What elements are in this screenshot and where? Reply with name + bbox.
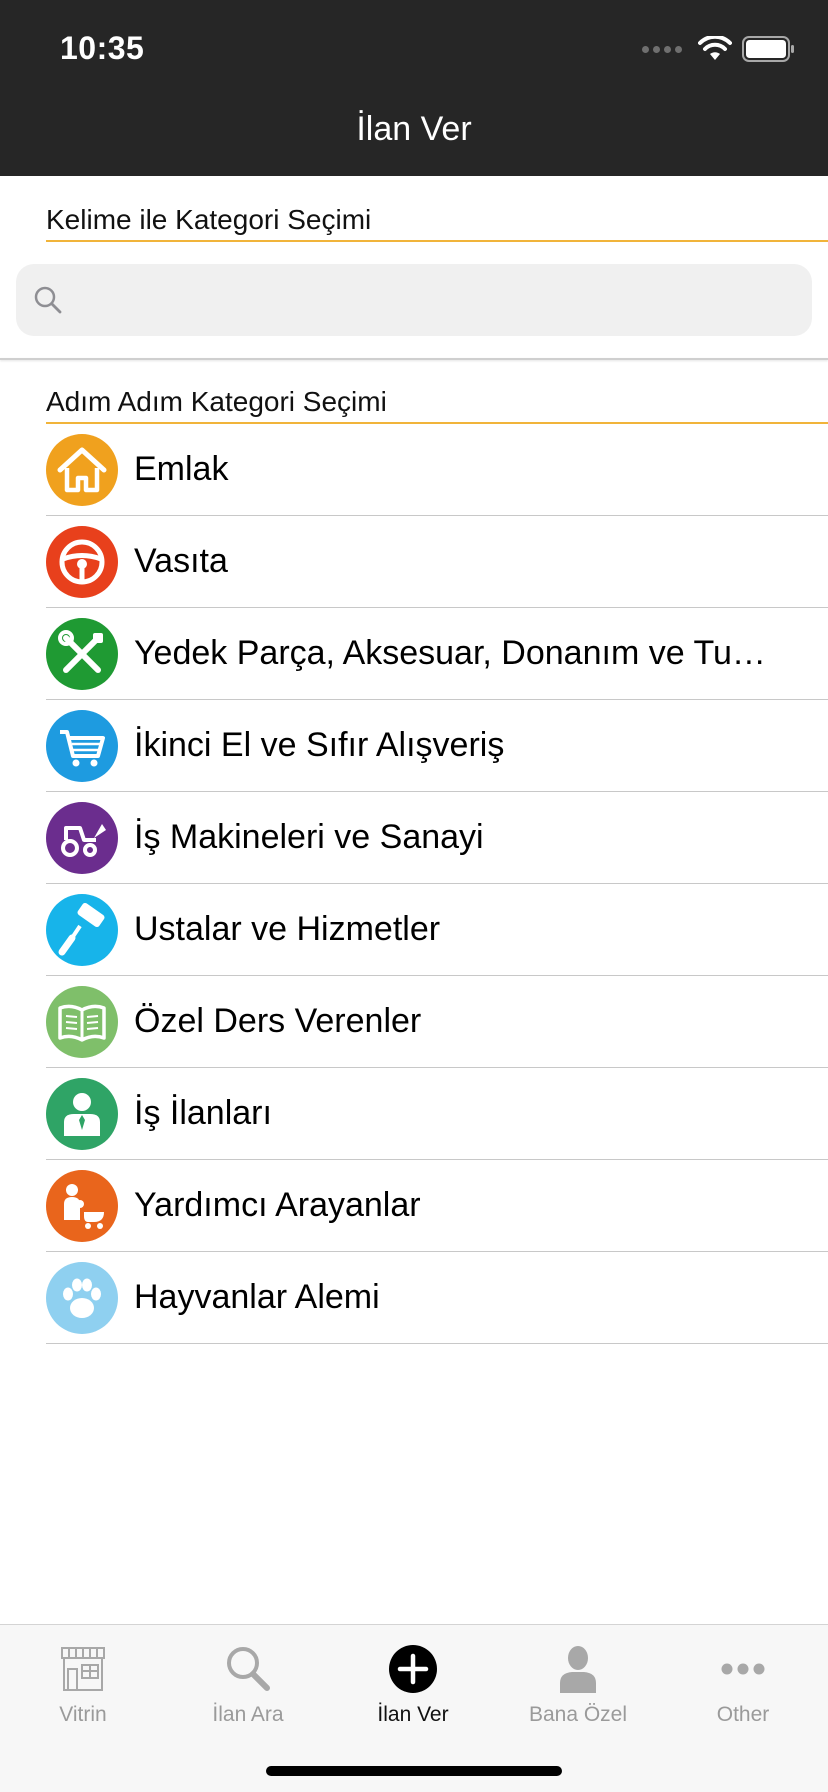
- category-item-ustalar[interactable]: Ustalar ve Hizmetler: [46, 884, 828, 976]
- category-item-vasita[interactable]: Vasıta: [46, 516, 828, 608]
- category-label: Yardımcı Arayanlar: [134, 1186, 421, 1224]
- category-item-ozel-ders[interactable]: Özel Ders Verenler: [46, 976, 828, 1068]
- person-icon: [495, 1635, 661, 1703]
- tab-other[interactable]: Other: [660, 1635, 826, 1727]
- storefront-icon: [0, 1635, 166, 1703]
- book-icon: [46, 985, 118, 1058]
- category-list: Emlak Vasıta Yedek Parça, Aksesuar, Dona…: [0, 424, 828, 1344]
- category-item-hayvanlar[interactable]: Hayvanlar Alemi: [46, 1252, 828, 1344]
- search-icon: [34, 286, 62, 314]
- category-label: Ustalar ve Hizmetler: [134, 910, 441, 948]
- header-bar: 10:35 İlan Ver: [0, 0, 828, 176]
- plus-circle-icon: [330, 1635, 496, 1703]
- category-label: İş İlanları: [134, 1094, 272, 1132]
- businessman-icon: [46, 1077, 118, 1150]
- tab-bana-ozel[interactable]: Bana Özel: [495, 1635, 661, 1727]
- page-title: İlan Ver: [356, 110, 472, 148]
- tab-label: Other: [716, 1703, 770, 1726]
- search-box[interactable]: [16, 264, 812, 336]
- wifi-icon: [698, 36, 732, 60]
- category-label: İş Makineleri ve Sanayi: [134, 818, 484, 856]
- keyword-section-label: Kelime ile Kategori Seçimi: [46, 204, 372, 235]
- shopping-cart-icon: [46, 709, 118, 782]
- paw-icon: [46, 1261, 118, 1334]
- tab-label: İlan Ara: [212, 1703, 284, 1726]
- steering-wheel-icon: [46, 525, 118, 598]
- house-icon: [46, 433, 118, 506]
- category-label: Vasıta: [134, 542, 228, 580]
- caregiver-icon: [46, 1169, 118, 1242]
- tab-ilan-ara[interactable]: İlan Ara: [165, 1635, 331, 1727]
- category-label: Emlak: [134, 450, 229, 488]
- tools-icon: [46, 617, 118, 690]
- category-label: Yedek Parça, Aksesuar, Donanım ve Tuni..…: [134, 634, 784, 672]
- category-item-emlak[interactable]: Emlak: [46, 424, 828, 516]
- search-icon: [165, 1635, 331, 1703]
- category-item-is-ilanlari[interactable]: İş İlanları: [46, 1068, 828, 1160]
- tab-label: İlan Ver: [377, 1703, 449, 1726]
- keyword-section-divider: [46, 240, 828, 242]
- tab-ilan-ver[interactable]: İlan Ver: [330, 1635, 496, 1727]
- paint-roller-icon: [46, 893, 118, 966]
- tab-label: Bana Özel: [528, 1703, 628, 1726]
- category-item-is-makineleri[interactable]: İş Makineleri ve Sanayi: [46, 792, 828, 884]
- category-item-yardimci[interactable]: Yardımcı Arayanlar: [46, 1160, 828, 1252]
- signal-icon: [642, 45, 682, 53]
- tab-vitrin[interactable]: Vitrin: [0, 1635, 166, 1727]
- status-indicators: [642, 34, 796, 64]
- tab-label: Vitrin: [59, 1703, 107, 1726]
- status-time: 10:35: [60, 30, 145, 66]
- search-divider: [0, 358, 828, 360]
- category-item-alisveris[interactable]: İkinci El ve Sıfır Alışveriş: [46, 700, 828, 792]
- tractor-icon: [46, 801, 118, 874]
- search-input[interactable]: [78, 264, 798, 336]
- category-label: İkinci El ve Sıfır Alışveriş: [134, 726, 505, 764]
- battery-icon: [742, 36, 794, 62]
- category-label: Özel Ders Verenler: [134, 1002, 422, 1040]
- category-label: Hayvanlar Alemi: [134, 1278, 380, 1316]
- stepwise-section-label: Adım Adım Kategori Seçimi: [46, 386, 387, 417]
- more-icon: [660, 1635, 826, 1703]
- category-item-yedek-parca[interactable]: Yedek Parça, Aksesuar, Donanım ve Tuni..…: [46, 608, 828, 700]
- home-indicator[interactable]: [266, 1766, 562, 1776]
